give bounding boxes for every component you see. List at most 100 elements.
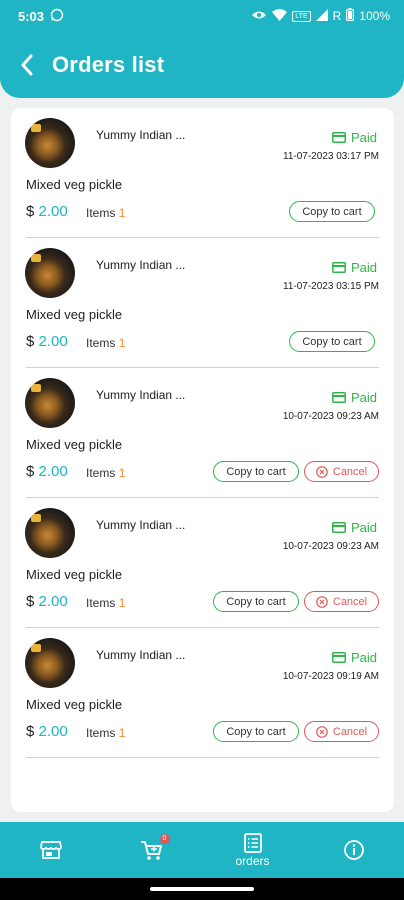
shop-name[interactable]: Yummy Indian ... xyxy=(96,648,185,662)
cart-icon xyxy=(140,841,162,860)
status-label: Paid xyxy=(350,520,377,535)
order-card: Yummy Indian ... Paid 10-07-2023 09:23 A… xyxy=(11,368,394,498)
items-label: Items xyxy=(86,466,116,480)
order-price: $ 2.00 xyxy=(26,593,68,610)
items-label: Items xyxy=(86,596,116,610)
orders-list: Yummy Indian ... Paid 11-07-2023 03:17 P… xyxy=(11,108,394,812)
cancel-order-button[interactable]: Cancel xyxy=(304,591,379,612)
cancel-icon xyxy=(316,725,328,738)
currency-symbol: $ xyxy=(26,463,35,480)
cancel-label: Cancel xyxy=(332,595,368,608)
wifi-icon xyxy=(272,8,288,24)
cancel-order-button[interactable]: Cancel xyxy=(304,461,379,482)
gesture-bar xyxy=(0,878,404,900)
order-price: $ 2.00 xyxy=(26,333,68,350)
copy-to-cart-button[interactable]: Copy to cart xyxy=(289,201,375,222)
credit-card-icon xyxy=(332,132,346,143)
store-icon xyxy=(39,841,62,859)
item-count: Items 1 xyxy=(86,596,125,610)
order-date: 10-07-2023 09:23 AM xyxy=(282,411,379,422)
items-label: Items xyxy=(86,206,116,220)
battery-icon xyxy=(346,8,355,24)
order-card: Yummy Indian ... Paid 11-07-2023 03:17 P… xyxy=(11,108,394,238)
price-amount: 2.00 xyxy=(38,723,68,740)
price-amount: 2.00 xyxy=(38,333,68,350)
items-label: Items xyxy=(86,336,116,350)
shop-name[interactable]: Yummy Indian ... xyxy=(96,258,185,272)
status-label: Paid xyxy=(350,650,377,665)
item-count: Items 1 xyxy=(86,726,125,740)
order-price: $ 2.00 xyxy=(26,203,68,220)
credit-card-icon xyxy=(332,522,346,533)
items-count-value: 1 xyxy=(118,466,126,480)
eye-icon xyxy=(251,9,267,24)
nav-cart[interactable]: 0 xyxy=(122,834,182,861)
nav-store[interactable] xyxy=(21,840,81,860)
credit-card-icon xyxy=(332,262,346,273)
network-badge: LTE xyxy=(292,10,311,22)
price-amount: 2.00 xyxy=(38,203,68,220)
shop-avatar xyxy=(25,508,75,558)
whatsapp-icon xyxy=(50,8,64,25)
status-label: Paid xyxy=(350,130,377,145)
cart-badge: 0 xyxy=(159,834,170,844)
order-card: Yummy Indian ... Paid 10-07-2023 09:23 A… xyxy=(11,498,394,628)
status-time: 5:03 xyxy=(18,8,45,24)
home-handle[interactable] xyxy=(150,887,254,891)
status-label: Paid xyxy=(350,390,377,405)
signal-suffix: R xyxy=(332,9,342,23)
shop-avatar xyxy=(25,248,75,298)
nav-orders-label: orders xyxy=(235,853,270,868)
copy-to-cart-button[interactable]: Copy to cart xyxy=(213,591,299,612)
shop-name[interactable]: Yummy Indian ... xyxy=(96,128,185,142)
orders-icon xyxy=(243,832,262,853)
status-label: Paid xyxy=(350,260,377,275)
items-count-value: 1 xyxy=(118,726,126,740)
cancel-order-button[interactable]: Cancel xyxy=(304,721,379,742)
signal-icon xyxy=(315,8,328,24)
cancel-label: Cancel xyxy=(332,465,368,478)
shop-name[interactable]: Yummy Indian ... xyxy=(96,388,185,402)
app-header: Orders list xyxy=(0,32,404,98)
copy-to-cart-button[interactable]: Copy to cart xyxy=(289,331,375,352)
payment-status: Paid xyxy=(332,650,377,665)
bottom-navigation: 0 orders xyxy=(0,822,404,878)
price-amount: 2.00 xyxy=(38,593,68,610)
item-count: Items 1 xyxy=(86,336,125,350)
order-card: Yummy Indian ... Paid 10-07-2023 09:19 A… xyxy=(11,628,394,758)
order-price: $ 2.00 xyxy=(26,723,68,740)
currency-symbol: $ xyxy=(26,203,35,220)
order-date: 11-07-2023 03:15 PM xyxy=(283,281,379,292)
shop-avatar xyxy=(25,378,75,428)
nav-info[interactable] xyxy=(324,839,384,861)
battery-level: 100% xyxy=(359,9,390,23)
cancel-label: Cancel xyxy=(332,725,368,738)
copy-to-cart-button[interactable]: Copy to cart xyxy=(213,461,299,482)
item-name: Mixed veg pickle xyxy=(26,307,123,322)
order-date: 11-07-2023 03:17 PM xyxy=(283,151,379,162)
copy-to-cart-button[interactable]: Copy to cart xyxy=(213,721,299,742)
currency-symbol: $ xyxy=(26,593,35,610)
shop-avatar xyxy=(25,118,75,168)
payment-status: Paid xyxy=(332,260,377,275)
info-icon xyxy=(343,840,364,860)
order-date: 10-07-2023 09:23 AM xyxy=(282,541,379,552)
divider xyxy=(26,757,379,758)
price-amount: 2.00 xyxy=(38,463,68,480)
currency-symbol: $ xyxy=(26,333,35,350)
items-label: Items xyxy=(86,726,116,740)
nav-orders[interactable]: orders xyxy=(223,832,283,868)
currency-symbol: $ xyxy=(26,723,35,740)
order-price: $ 2.00 xyxy=(26,463,68,480)
item-name: Mixed veg pickle xyxy=(26,437,123,452)
payment-status: Paid xyxy=(332,390,377,405)
back-arrow-icon xyxy=(21,54,33,76)
page-title: Orders list xyxy=(52,52,165,77)
order-card: Yummy Indian ... Paid 11-07-2023 03:15 P… xyxy=(11,238,394,368)
items-count-value: 1 xyxy=(118,336,126,350)
cancel-icon xyxy=(316,595,328,608)
back-button[interactable] xyxy=(16,54,38,76)
status-bar: 5:03 LTE R 100% xyxy=(0,0,404,32)
shop-name[interactable]: Yummy Indian ... xyxy=(96,518,185,532)
cancel-icon xyxy=(316,465,328,478)
